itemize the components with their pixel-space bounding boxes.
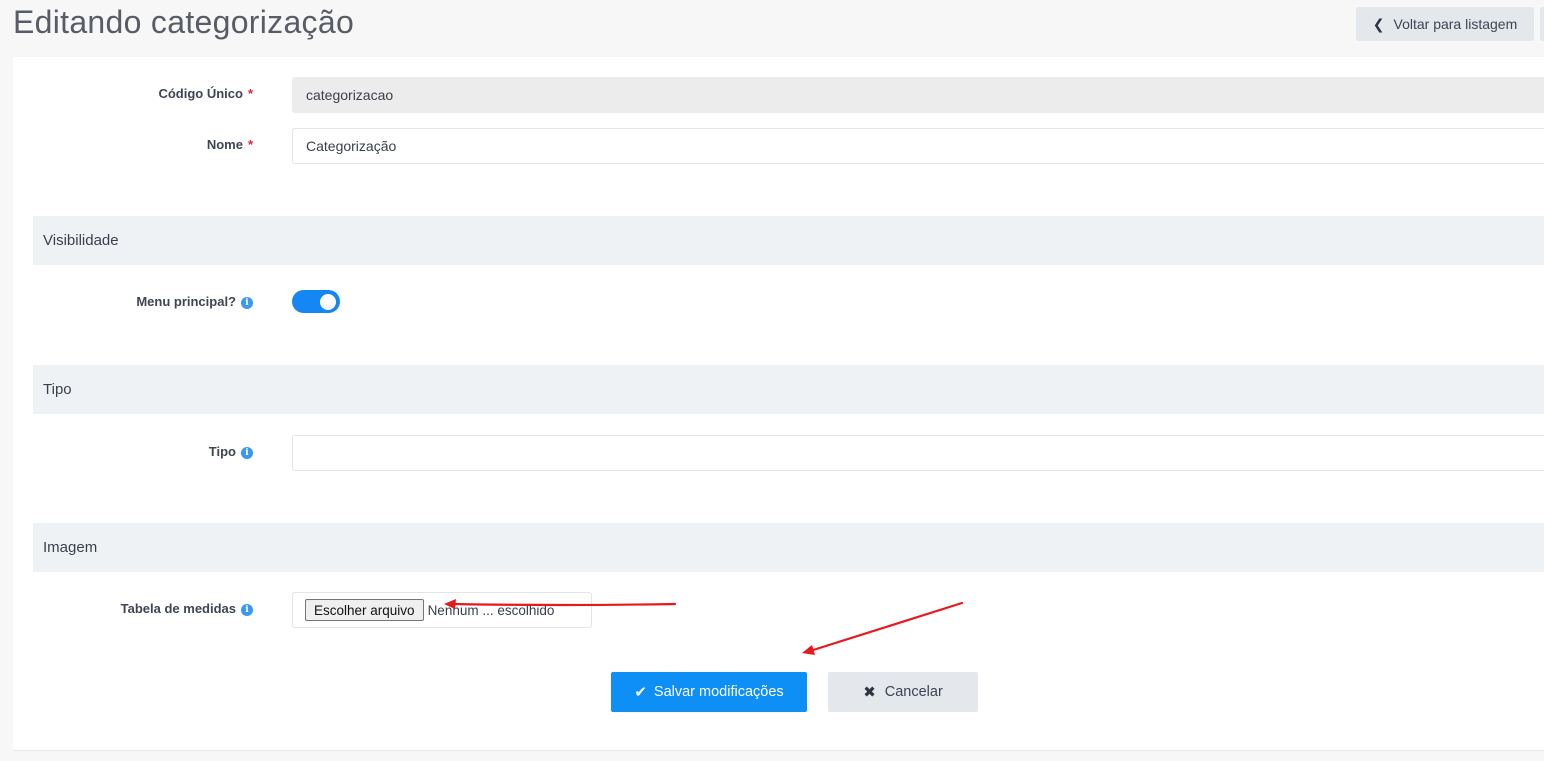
cancel-button[interactable]: ✖ Cancelar — [828, 672, 978, 712]
toggle-knob — [320, 293, 336, 310]
back-to-list-button[interactable]: ❮ Voltar para listagem — [1356, 7, 1534, 41]
section-tipo: Tipo — [33, 365, 1544, 414]
tipo-label-text: Tipo — [208, 444, 236, 459]
cancel-label: Cancelar — [884, 684, 943, 700]
close-icon: ✖ — [863, 684, 876, 701]
codigo-unico-label-text: Código Único — [158, 86, 243, 101]
codigo-unico-field[interactable]: categorizacao — [292, 77, 1544, 113]
tipo-field[interactable] — [292, 435, 1544, 471]
menu-principal-label: Menu principal? i — [136, 294, 253, 309]
codigo-unico-value: categorizacao — [306, 87, 394, 103]
section-imagem-title: Imagem — [43, 539, 98, 556]
menu-principal-label-text: Menu principal? — [136, 294, 236, 309]
tabela-medidas-label-text: Tabela de medidas — [120, 601, 236, 616]
info-icon[interactable]: i — [241, 447, 253, 459]
save-label: Salvar modificações — [653, 684, 784, 700]
info-icon[interactable]: i — [241, 604, 253, 616]
menu-principal-toggle[interactable] — [292, 290, 340, 313]
nome-label-text: Nome — [206, 137, 243, 152]
tabela-medidas-file-input[interactable]: Escolher arquivo Nenhum ... escolhido — [292, 592, 592, 628]
check-icon: ✔ — [634, 684, 647, 701]
info-icon[interactable]: i — [241, 297, 253, 309]
required-marker: * — [247, 86, 253, 101]
nome-field[interactable]: Categorização — [292, 128, 1544, 164]
section-visibilidade-title: Visibilidade — [43, 232, 119, 249]
codigo-unico-label: Código Único * — [158, 86, 253, 101]
nome-label: Nome * — [207, 137, 253, 152]
tabela-medidas-label: Tabela de medidas i — [121, 601, 253, 616]
chevron-left-icon: ❮ — [1372, 15, 1385, 32]
nome-value: Categorização — [306, 138, 397, 154]
toolbar-extra-button[interactable] — [1540, 7, 1544, 41]
choose-file-button[interactable]: Escolher arquivo — [305, 599, 424, 621]
tipo-label: Tipo i — [209, 444, 253, 459]
page-title: Editando categorização — [13, 4, 355, 40]
back-to-list-label: Voltar para listagem — [1393, 16, 1518, 32]
section-imagem: Imagem — [33, 523, 1544, 572]
save-button[interactable]: ✔ Salvar modificações — [611, 672, 807, 712]
file-status-text: Nenhum ... escolhido — [427, 602, 555, 618]
section-tipo-title: Tipo — [43, 381, 72, 398]
section-visibilidade: Visibilidade — [33, 216, 1544, 265]
required-marker: * — [247, 137, 253, 152]
